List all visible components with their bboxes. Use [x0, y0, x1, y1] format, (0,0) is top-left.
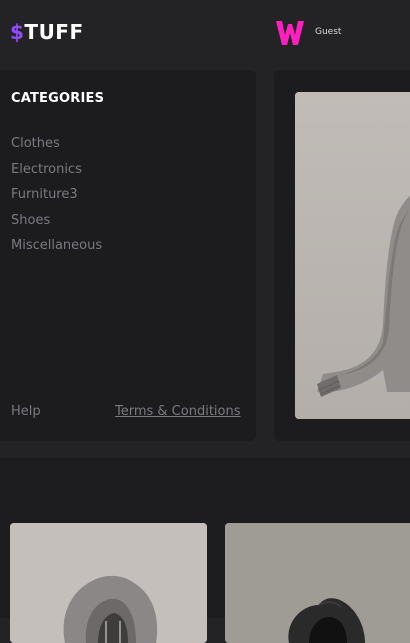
banner-sweatshirt-image[interactable]: [295, 92, 410, 419]
terms-link[interactable]: Terms & Conditions: [115, 404, 241, 419]
help-link[interactable]: Help: [11, 404, 41, 419]
logo[interactable]: $TUFF: [10, 20, 84, 44]
category-item-electronics[interactable]: Electronics: [11, 162, 102, 188]
product-card-grey-hoodie[interactable]: [10, 523, 207, 643]
sweatshirt-image-icon: [295, 92, 410, 419]
product-card-black-hoodie[interactable]: [225, 523, 410, 643]
banner: [274, 70, 410, 441]
user-name[interactable]: Guest: [315, 27, 341, 37]
category-item-clothes[interactable]: Clothes: [11, 136, 102, 162]
categories-title: CATEGORIES: [11, 91, 105, 106]
category-item-shoes[interactable]: Shoes: [11, 213, 102, 239]
products-section: [0, 458, 410, 643]
logo-text: TUFF: [24, 20, 84, 44]
logo-dollar: $: [10, 20, 25, 44]
hoodie-image-icon: [225, 523, 410, 643]
category-list: Clothes Electronics Furniture3 Shoes Mis…: [11, 136, 102, 264]
user-avatar-icon[interactable]: [274, 16, 306, 48]
category-item-furniture[interactable]: Furniture3: [11, 187, 102, 213]
hoodie-image-icon: [10, 523, 207, 643]
categories-sidebar: CATEGORIES Clothes Electronics Furniture…: [0, 70, 256, 441]
category-item-miscellaneous[interactable]: Miscellaneous: [11, 238, 102, 264]
site-header: $TUFF Guest: [0, 0, 410, 63]
